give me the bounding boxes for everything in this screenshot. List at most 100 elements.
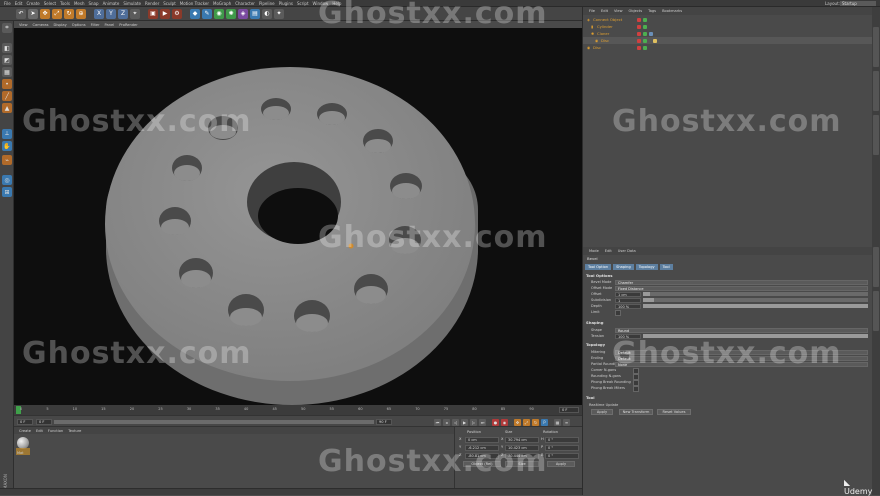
material-name[interactable]: Mat [17, 451, 24, 455]
material-menu-create[interactable]: Create [19, 429, 31, 433]
tab-topology[interactable]: Topology [635, 263, 658, 270]
coordinate-system-icon[interactable]: ⌖ [130, 8, 140, 19]
position-x-field[interactable]: 0 cm [465, 437, 499, 443]
enabled-flag[interactable] [643, 24, 647, 29]
tag-icon[interactable] [649, 31, 653, 36]
make-editable-icon[interactable]: ⌗ [2, 23, 12, 33]
object-row[interactable]: ✺ Cloner [583, 30, 872, 37]
material-menu-edit[interactable]: Edit [36, 429, 43, 433]
visibility-flag[interactable] [637, 31, 641, 36]
menu-edit[interactable]: Edit [15, 1, 23, 6]
start-frame-field[interactable]: 0 F [17, 419, 33, 425]
enabled-flag[interactable] [643, 31, 647, 36]
material-menu-function[interactable]: Function [48, 429, 63, 433]
render-picture-viewer-icon[interactable]: ▶ [160, 8, 170, 19]
side-tab-structure[interactable] [873, 115, 879, 155]
viewport-menu-filter[interactable]: Filter [91, 23, 100, 27]
viewport-menu-display[interactable]: Display [54, 23, 67, 27]
menu-mograph[interactable]: MoGraph [213, 1, 231, 6]
viewport-menu-view[interactable]: View [19, 23, 28, 27]
recent-tools-icon[interactable]: ⊕ [76, 8, 86, 19]
key-scale-icon[interactable]: ⤢ [523, 419, 530, 426]
menu-create[interactable]: Create [26, 1, 39, 6]
attr-menu-user-data[interactable]: User Data [618, 249, 636, 253]
attr-menu-edit[interactable]: Edit [605, 249, 612, 253]
side-tab-layers[interactable] [873, 291, 879, 331]
rotate-icon[interactable]: ↻ [64, 8, 74, 19]
coord-apply-button[interactable]: Apply [547, 461, 575, 467]
light-icon[interactable]: ✦ [274, 8, 284, 19]
tab-shaping[interactable]: Shaping [613, 263, 634, 270]
render-settings-icon[interactable]: ⚙ [172, 8, 182, 19]
model-mode-icon[interactable]: ◧ [2, 43, 12, 53]
menu-sculpt[interactable]: Sculpt [163, 1, 176, 6]
tab-tool[interactable]: Tool [659, 263, 673, 270]
undo-icon[interactable]: ↶ [16, 8, 26, 19]
visibility-flag[interactable] [637, 24, 641, 29]
subdivision-icon[interactable]: ◉ [214, 8, 224, 19]
menu-render[interactable]: Render [145, 1, 159, 6]
menu-motion-tracker[interactable]: Motion Tracker [180, 1, 209, 6]
play-icon[interactable]: ▶ [461, 419, 468, 426]
visibility-flag[interactable] [637, 38, 641, 43]
menu-animate[interactable]: Animate [103, 1, 120, 6]
preview-start-field[interactable]: 0 F [36, 419, 52, 425]
prev-frame-icon[interactable]: ◁ [452, 419, 459, 426]
timeline-layout-icon[interactable]: ▦ [554, 419, 561, 426]
key-rotate-icon[interactable]: ↻ [532, 419, 539, 426]
menu-mesh[interactable]: Mesh [74, 1, 85, 6]
y-axis-lock-icon[interactable]: Y [106, 8, 116, 19]
rotation-p-field[interactable]: 0 ° [545, 445, 579, 451]
z-axis-lock-icon[interactable]: Z [118, 8, 128, 19]
viewport-menu-prorender[interactable]: ProRender [119, 23, 138, 27]
menu-select[interactable]: Select [44, 1, 56, 6]
bevel-mode-select[interactable]: Chamfer [615, 279, 868, 285]
depth-field[interactable]: 100 % [615, 303, 641, 309]
texture-mode-icon[interactable]: ◩ [2, 55, 12, 65]
menu-simulate[interactable]: Simulate [123, 1, 141, 6]
move-icon[interactable]: ✥ [40, 8, 50, 19]
attr-menu-mode[interactable]: Mode [589, 249, 599, 253]
enable-axis-icon[interactable]: ⟂ [2, 129, 12, 139]
obj-menu-file[interactable]: File [589, 9, 595, 13]
live-selection-icon[interactable]: ➤ [28, 8, 38, 19]
record-icon[interactable]: ● [492, 419, 499, 426]
viewport-menu-panel[interactable]: Panel [105, 23, 115, 27]
limit-checkbox[interactable] [615, 310, 621, 316]
end-frame-field[interactable]: 90 F [376, 419, 392, 425]
offset-field[interactable]: 1 cm [615, 291, 641, 297]
rotation-h-field[interactable]: 0 ° [545, 437, 579, 443]
deformer-icon[interactable]: ◈ [238, 8, 248, 19]
offset-slider[interactable] [643, 292, 868, 296]
key-param-icon[interactable]: P [541, 419, 548, 426]
cube-icon[interactable]: ◆ [190, 8, 200, 19]
tab-tool-option[interactable]: Tool Option [585, 263, 612, 270]
offset-mode-select[interactable]: Fixed Distance [615, 285, 868, 291]
workplane-icon[interactable]: ▦ [2, 67, 12, 77]
obj-menu-objects[interactable]: Objects [629, 9, 643, 13]
layout-select[interactable]: Startup [840, 1, 876, 6]
obj-menu-tags[interactable]: Tags [648, 9, 656, 13]
visibility-flag[interactable] [637, 17, 641, 22]
enabled-flag[interactable] [643, 45, 647, 50]
camera-icon[interactable]: ◐ [262, 8, 272, 19]
floor-icon[interactable]: ▤ [250, 8, 260, 19]
menu-character[interactable]: Character [235, 1, 255, 6]
object-row[interactable]: ◉ Disc [583, 44, 872, 51]
depth-slider[interactable] [643, 304, 868, 308]
shape-select[interactable]: Round [615, 327, 868, 333]
prev-key-icon[interactable]: ◂ [443, 419, 450, 426]
viewport-menu-options[interactable]: Options [72, 23, 86, 27]
menu-tools[interactable]: Tools [60, 1, 70, 6]
enabled-flag[interactable] [643, 17, 647, 22]
side-tab-content-browser[interactable] [873, 71, 879, 111]
preview-range-slider[interactable] [54, 420, 374, 424]
obj-menu-edit[interactable]: Edit [601, 9, 608, 13]
size-x-field[interactable]: 30.794 cm [505, 437, 539, 443]
object-row[interactable]: ◉ Disc [583, 37, 872, 44]
menu-file[interactable]: File [4, 1, 11, 6]
goto-end-icon[interactable]: ⏭ [479, 419, 486, 426]
polygons-mode-icon[interactable]: ▲ [2, 103, 12, 113]
obj-menu-bookmarks[interactable]: Bookmarks [662, 9, 682, 13]
material-menu-texture[interactable]: Texture [68, 429, 81, 433]
